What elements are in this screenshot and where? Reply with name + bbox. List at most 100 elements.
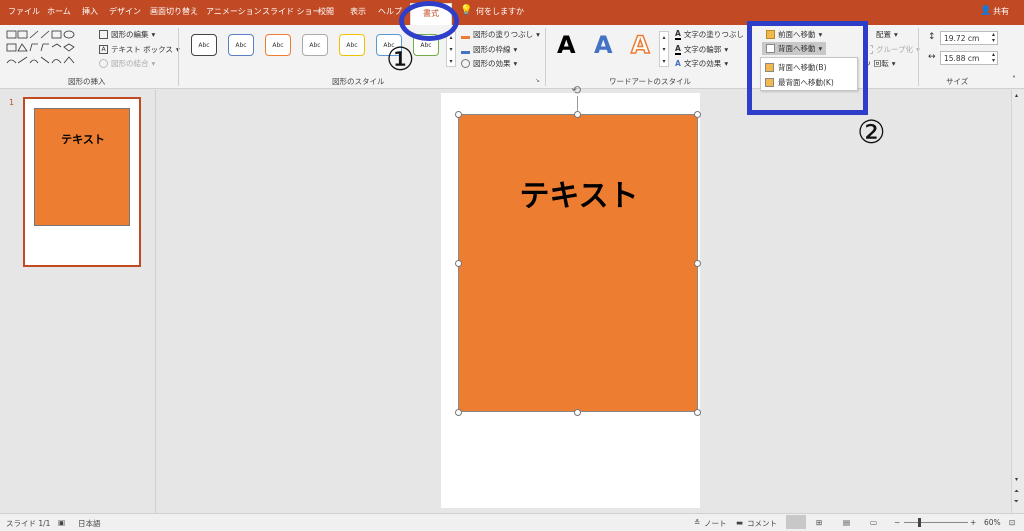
tab-file[interactable]: ファイル: [8, 6, 40, 17]
slide-sorter-icon[interactable]: ⊞: [816, 518, 822, 527]
merge-shapes-button[interactable]: 図形の結合 ▾: [99, 58, 155, 69]
spellcheck-icon[interactable]: ▣: [58, 518, 65, 527]
resize-handle[interactable]: [694, 111, 701, 118]
wordart-gallery-scroll[interactable]: ▴ ▾ ▾: [659, 31, 669, 67]
annotation-number-2: ②: [857, 113, 886, 151]
text-effects-icon: A: [675, 59, 681, 68]
shape-style-4[interactable]: Abc: [302, 34, 328, 56]
tab-review[interactable]: 校閲: [318, 6, 334, 17]
zoom-in-icon[interactable]: +: [970, 518, 976, 527]
thumbnail-shape: テキスト: [34, 108, 130, 226]
tab-help[interactable]: ヘルプ: [378, 6, 402, 17]
next-slide-icon[interactable]: ⏷: [1014, 498, 1019, 506]
height-field[interactable]: 19.72 cm ▴ ▾: [940, 31, 998, 45]
annotation-circle: [399, 1, 459, 41]
resize-handle[interactable]: [694, 409, 701, 416]
edit-shape-button[interactable]: 図形の編集 ▾: [99, 29, 155, 40]
tab-view[interactable]: 表示: [350, 6, 366, 17]
width-spinner[interactable]: ▴ ▾: [992, 52, 995, 64]
shape-style-1[interactable]: Abc: [191, 34, 217, 56]
vertical-scrollbar[interactable]: ▴ ▾ ⏶ ⏷: [1011, 90, 1024, 513]
shape-outline-button[interactable]: 図形の枠線 ▾: [461, 44, 517, 55]
ribbon: 図形の編集▾ A テキスト ボックス▾ 図形の結合▾ 図形の挿入 Abc Abc…: [0, 25, 1024, 89]
align-button[interactable]: 配置 ▾: [864, 29, 898, 40]
comment-icon: ▬: [736, 518, 744, 527]
resize-handle[interactable]: [694, 260, 701, 267]
group-label-wordart: ワードアートのスタイル: [609, 77, 692, 86]
text-box-icon: A: [99, 45, 108, 54]
text-effects-button[interactable]: A 文字の効果 ▾: [675, 58, 728, 69]
tab-home[interactable]: ホーム: [47, 6, 71, 17]
tab-animations[interactable]: アニメーション: [206, 6, 262, 17]
resize-handle[interactable]: [455, 409, 462, 416]
height-spinner[interactable]: ▴ ▾: [992, 32, 995, 44]
status-bar: スライド 1/1 ▣ 日本語 ≛ ノート ▬ コメント ⊞ ▤ ▭ − + 60…: [0, 513, 1024, 531]
slide-count: スライド 1/1: [6, 519, 51, 528]
user-icon[interactable]: 👤: [980, 6, 991, 16]
tab-slideshow[interactable]: スライド ショー: [262, 6, 321, 17]
zoom-level[interactable]: 60%: [984, 518, 1001, 527]
group-button[interactable]: グループ化▾: [864, 44, 920, 55]
selected-rectangle-shape[interactable]: テキスト: [458, 114, 698, 412]
comments-button[interactable]: コメント: [747, 518, 777, 529]
resize-handle[interactable]: [574, 111, 581, 118]
reading-view-icon[interactable]: ▤: [843, 518, 850, 527]
rotate-handle-line: [577, 96, 578, 111]
resize-handle[interactable]: [574, 409, 581, 416]
text-fill-icon: A: [675, 29, 681, 40]
zoom-out-icon[interactable]: −: [894, 518, 900, 527]
ribbon-divider: [918, 28, 919, 86]
annotation-rectangle: [747, 21, 868, 115]
tab-insert[interactable]: 挿入: [82, 6, 98, 17]
zoom-slider[interactable]: [904, 522, 968, 523]
wordart-style-1[interactable]: A: [557, 31, 576, 59]
slide-thumbnail[interactable]: テキスト: [23, 97, 141, 267]
group-label-size: サイズ: [946, 77, 969, 86]
width-field[interactable]: 15.88 cm ▴ ▾: [940, 51, 998, 65]
text-box-button[interactable]: A テキスト ボックス▾: [99, 44, 180, 55]
rotate-button[interactable]: ↻ 回転 ▾: [864, 58, 895, 69]
shape-effects-button[interactable]: 図形の効果 ▾: [461, 58, 517, 69]
slide-number: 1: [9, 98, 15, 107]
effects-icon: [461, 59, 470, 68]
language-indicator[interactable]: 日本語: [78, 518, 101, 529]
edit-shape-icon: [99, 30, 108, 39]
annotation-number-1: ①: [386, 40, 415, 78]
merge-shapes-icon: [99, 59, 108, 68]
group-label-shape-styles: 図形のスタイル: [332, 77, 385, 86]
pen-icon: [461, 45, 470, 54]
shape-style-5[interactable]: Abc: [339, 34, 365, 56]
normal-view-icon[interactable]: [786, 515, 806, 529]
dialog-launcher-icon[interactable]: ↘: [535, 77, 540, 84]
previous-slide-icon[interactable]: ⏶: [1014, 488, 1019, 496]
shape-text[interactable]: テキスト: [459, 171, 699, 215]
scroll-down-icon[interactable]: ▾: [1015, 476, 1018, 483]
shape-gallery[interactable]: [6, 29, 91, 69]
tab-transitions[interactable]: 画面切り替え: [150, 6, 198, 17]
scroll-up-icon[interactable]: ▴: [1015, 92, 1018, 99]
slideshow-icon[interactable]: ▭: [870, 518, 877, 527]
resize-handle[interactable]: [455, 111, 462, 118]
collapse-ribbon-icon[interactable]: ˄: [1012, 75, 1016, 84]
shape-style-2[interactable]: Abc: [228, 34, 254, 56]
text-fill-button[interactable]: A 文字の塗りつぶし: [675, 29, 744, 40]
fit-slide-icon[interactable]: ⊡: [1009, 518, 1015, 527]
shape-fill-button[interactable]: 図形の塗りつぶし ▾: [461, 29, 540, 40]
height-icon: ↕: [928, 32, 936, 42]
rotate-handle-icon[interactable]: ⟲: [571, 83, 581, 97]
wordart-style-3[interactable]: A: [630, 30, 650, 60]
text-outline-icon: A: [675, 44, 681, 55]
notes-button[interactable]: ノート: [704, 518, 727, 529]
share-button[interactable]: 共有: [993, 6, 1009, 17]
tell-me-box[interactable]: 何をしますか: [476, 6, 524, 17]
tab-design[interactable]: デザイン: [109, 6, 141, 17]
wordart-style-2[interactable]: A: [594, 31, 613, 59]
zoom-slider-thumb[interactable]: [918, 518, 921, 527]
resize-handle[interactable]: [455, 260, 462, 267]
lightbulb-icon[interactable]: 💡: [460, 5, 472, 16]
shape-style-3[interactable]: Abc: [265, 34, 291, 56]
ribbon-divider: [545, 28, 546, 86]
paint-bucket-icon: [461, 30, 470, 39]
shapes-icon: [6, 30, 75, 64]
text-outline-button[interactable]: A 文字の輪郭 ▾: [675, 44, 728, 55]
